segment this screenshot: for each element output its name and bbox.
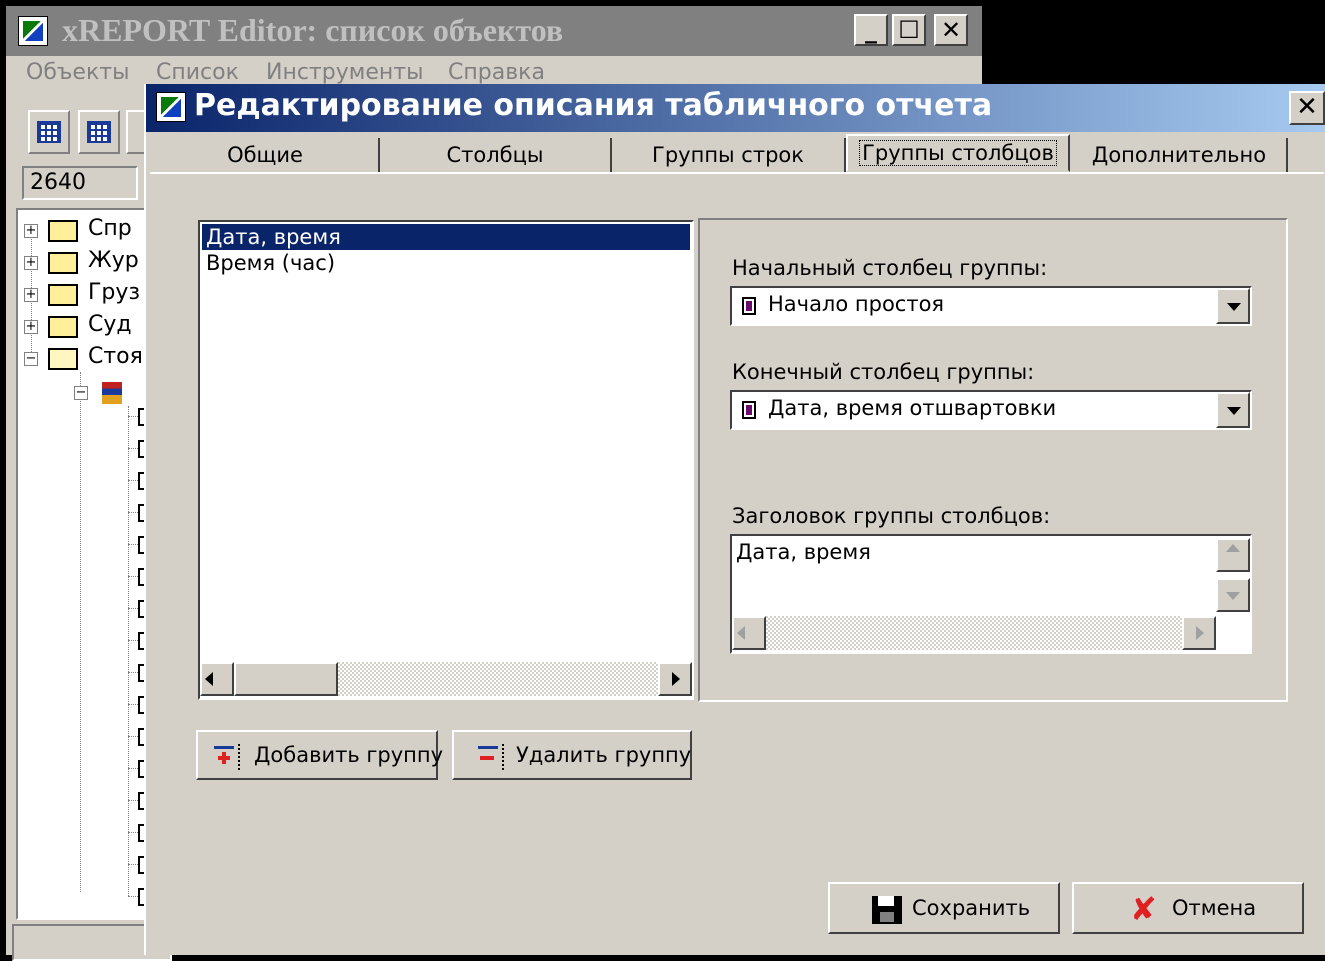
filter-value: 2640 xyxy=(30,170,86,195)
arrow-up-icon xyxy=(1226,544,1240,552)
end-column-value: Дата, время отшвартовки xyxy=(768,396,1057,420)
filter-field[interactable]: 2640 xyxy=(22,166,138,200)
report-icon xyxy=(102,382,122,404)
start-column-value: Начало простоя xyxy=(768,292,945,316)
dialog-title-bar: Редактирование описания табличного отчет… xyxy=(146,84,1325,132)
arrow-left-icon xyxy=(737,626,745,640)
toolbar-new-table-button[interactable] xyxy=(28,110,70,154)
tab-additional[interactable]: Дополнительно xyxy=(1072,138,1288,174)
group-header-label: Заголовок группы столбцов: xyxy=(732,504,1051,528)
scroll-down-button[interactable] xyxy=(1216,578,1250,612)
floppy-disk-icon xyxy=(872,896,902,924)
add-group-button[interactable]: Добавить группу xyxy=(196,730,443,780)
folder-icon xyxy=(48,284,78,306)
group-header-textarea[interactable]: Дата, время xyxy=(730,534,1252,654)
arrow-right-icon xyxy=(672,672,680,686)
scroll-right-button[interactable] xyxy=(658,662,692,696)
toolbar-table-button[interactable] xyxy=(78,110,120,154)
maximize-button[interactable]: ☐ xyxy=(892,14,926,46)
table-add-icon xyxy=(37,121,61,143)
close-button[interactable]: ✕ xyxy=(934,14,968,46)
collapse-icon[interactable]: − xyxy=(24,352,38,366)
dialog-close-button[interactable]: ✕ xyxy=(1289,91,1325,125)
app-icon xyxy=(18,16,48,46)
chevron-down-icon[interactable] xyxy=(1216,288,1250,324)
group-header-value: Дата, время xyxy=(736,540,871,564)
end-column-label: Конечный столбец группы: xyxy=(732,360,1035,384)
tab-column-groups[interactable]: Группы столбцов xyxy=(846,134,1070,172)
remove-group-button[interactable]: Удалить группу xyxy=(452,730,692,780)
add-group-label: Добавить группу xyxy=(254,743,444,767)
menu-objects[interactable]: Объекты xyxy=(26,60,129,85)
start-column-label: Начальный столбец группы: xyxy=(732,256,1048,280)
dialog-icon xyxy=(156,92,186,122)
folder-icon xyxy=(48,252,78,274)
open-folder-icon xyxy=(48,348,78,370)
document-icon xyxy=(742,297,756,315)
cancel-x-icon: ✘ xyxy=(1130,890,1157,928)
tab-columns[interactable]: Столбцы xyxy=(380,138,612,174)
dialog-title: Редактирование описания табличного отчет… xyxy=(194,88,993,123)
scroll-left-button[interactable] xyxy=(200,662,234,696)
document-icon xyxy=(742,401,756,419)
cancel-label: Отмена xyxy=(1172,896,1257,920)
arrow-right-icon xyxy=(1196,626,1204,640)
remove-column-icon xyxy=(476,742,506,770)
scroll-thumb[interactable] xyxy=(234,662,338,696)
arrow-down-icon xyxy=(1226,592,1240,600)
report-description-dialog: Редактирование описания табличного отчет… xyxy=(144,84,1325,955)
scroll-up-button[interactable] xyxy=(1216,538,1250,572)
menu-list[interactable]: Список xyxy=(156,60,239,85)
minimize-button[interactable]: _ xyxy=(854,14,888,46)
folder-icon xyxy=(48,316,78,338)
chevron-down-icon[interactable] xyxy=(1216,392,1250,428)
cancel-button[interactable]: ✘ Отмена xyxy=(1072,882,1304,934)
folder-icon xyxy=(48,220,78,242)
main-window-title: xREPORT Editor: список объектов xyxy=(62,12,564,48)
table-icon xyxy=(87,121,111,143)
main-title-bar: xREPORT Editor: список объектов _ ☐ ✕ xyxy=(6,6,982,56)
header-horizontal-scrollbar[interactable] xyxy=(732,616,1216,650)
column-groups-list[interactable]: Дата, время Время (час) xyxy=(198,220,694,700)
expand-icon[interactable]: + xyxy=(24,224,38,238)
add-column-icon xyxy=(212,742,242,770)
scroll-left-button[interactable] xyxy=(732,616,766,650)
save-label: Сохранить xyxy=(912,896,1031,920)
expand-icon[interactable]: + xyxy=(24,320,38,334)
list-item[interactable]: Время (час) xyxy=(202,250,690,276)
scroll-right-button[interactable] xyxy=(1182,616,1216,650)
list-item[interactable]: Дата, время xyxy=(202,224,690,250)
remove-group-label: Удалить группу xyxy=(516,743,692,767)
tab-row-groups[interactable]: Группы строк xyxy=(612,138,846,174)
end-column-select[interactable]: Дата, время отшвартовки xyxy=(730,390,1252,430)
start-column-select[interactable]: Начало простоя xyxy=(730,286,1252,326)
menu-tools[interactable]: Инструменты xyxy=(266,60,423,85)
save-button[interactable]: Сохранить xyxy=(828,882,1060,934)
expand-icon[interactable]: + xyxy=(24,256,38,270)
expand-icon[interactable]: + xyxy=(24,288,38,302)
collapse-icon[interactable]: − xyxy=(74,386,88,400)
arrow-left-icon xyxy=(205,672,213,686)
menu-help[interactable]: Справка xyxy=(448,60,545,85)
list-horizontal-scrollbar[interactable] xyxy=(200,662,692,696)
toolbar-table-edit-button[interactable] xyxy=(126,110,146,154)
tab-general[interactable]: Общие xyxy=(152,138,380,174)
